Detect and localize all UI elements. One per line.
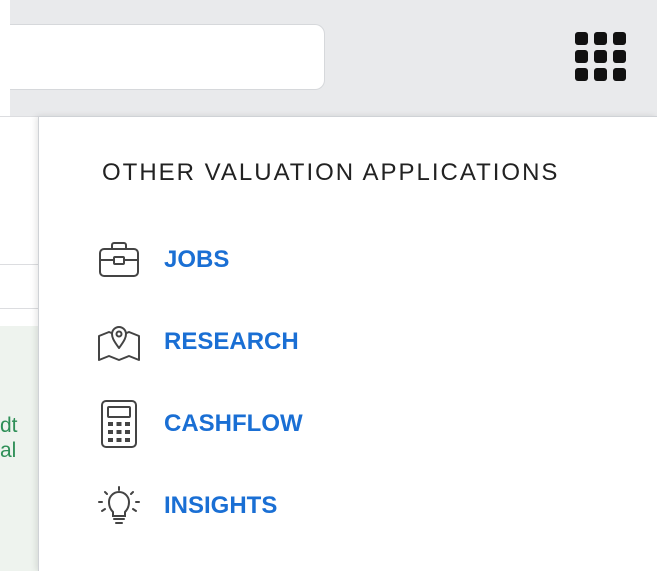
background-content: IE dt al <box>0 116 40 571</box>
lightbulb-icon <box>96 483 142 529</box>
menu-item-insights[interactable]: INSIGHTS <box>96 481 277 531</box>
map-pin-icon <box>96 319 142 365</box>
top-bar <box>10 0 657 116</box>
dropdown-title: OTHER VALUATION APPLICATIONS <box>102 159 560 186</box>
apps-menu-button[interactable] <box>575 32 627 82</box>
divider <box>0 116 40 117</box>
grid-icon <box>575 32 626 81</box>
search-input[interactable] <box>10 24 325 90</box>
menu-item-jobs[interactable]: JOBS <box>96 235 229 285</box>
menu-item-research[interactable]: RESEARCH <box>96 317 299 367</box>
divider <box>0 264 40 265</box>
menu-item-cashflow[interactable]: CASHFLOW <box>96 399 303 449</box>
calculator-icon <box>96 400 142 448</box>
map-label: dt <box>0 414 18 437</box>
menu-item-label: CASHFLOW <box>164 410 303 437</box>
menu-item-label: INSIGHTS <box>164 492 278 519</box>
map-label: al <box>0 439 17 462</box>
menu-item-label: RESEARCH <box>164 328 299 355</box>
menu-item-label: JOBS <box>164 246 230 273</box>
divider <box>0 308 40 309</box>
background-map: dt al <box>0 326 40 571</box>
briefcase-icon <box>96 237 142 283</box>
apps-dropdown: OTHER VALUATION APPLICATIONS JOBS RESEAR… <box>38 116 657 571</box>
